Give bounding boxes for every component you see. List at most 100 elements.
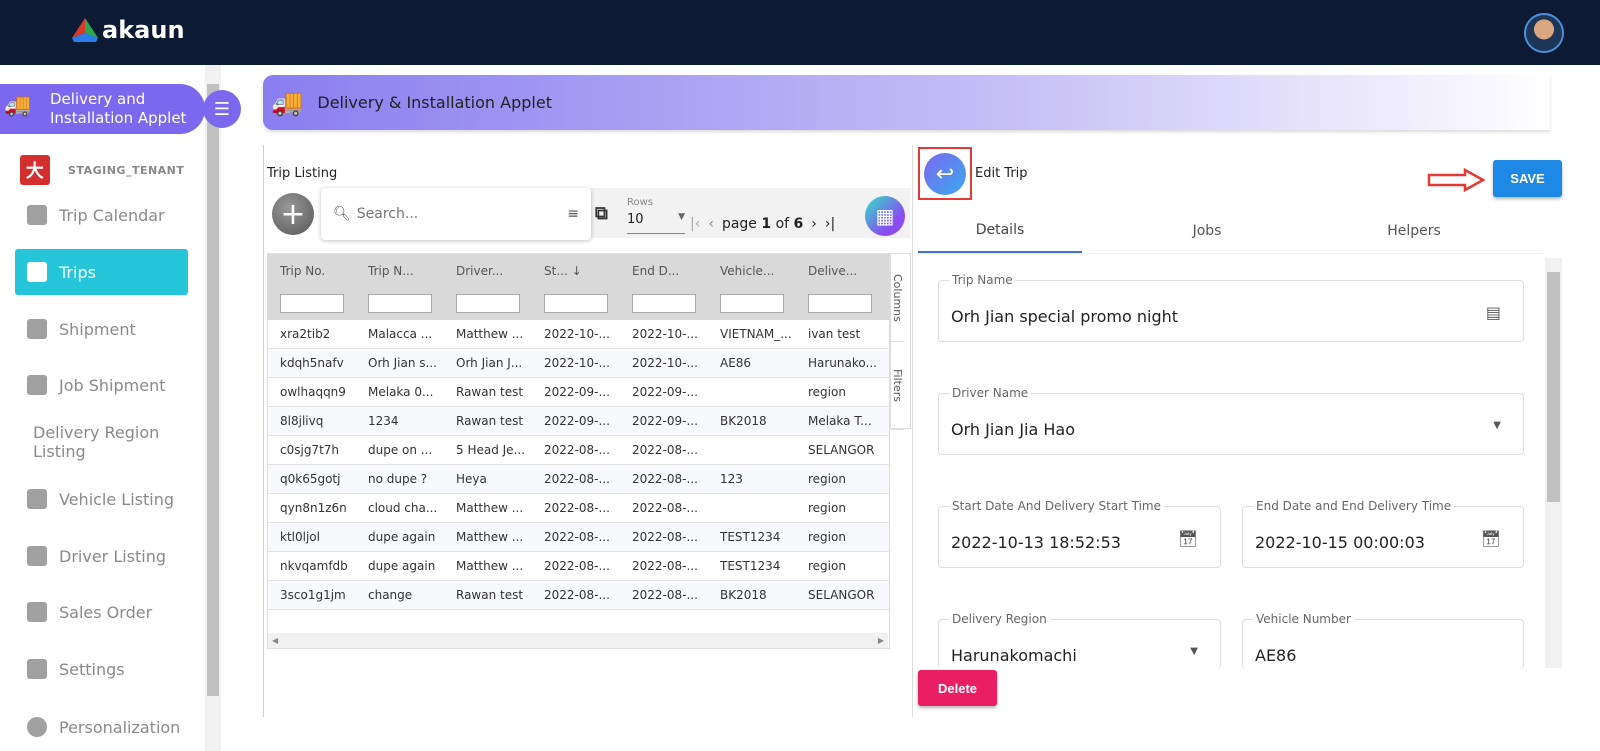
sidebar-item-driver-listing[interactable]: Driver Listing (15, 533, 188, 579)
prev-page-icon[interactable]: ‹ (708, 216, 714, 232)
table-header: Trip No. Trip N... Driver... St... ↓ End D..… (268, 254, 889, 287)
driver-name-select[interactable]: Driver Name Orh Jian Jia Hao ▼ (938, 386, 1524, 455)
table-cell: no dupe ? (368, 472, 428, 486)
table-row[interactable]: nkvqamfdb dupe again Matthew ... 2022-08-..… (268, 552, 889, 581)
table-cell: BK2018 (720, 588, 767, 602)
column-filter-input[interactable] (808, 294, 872, 313)
next-page-icon[interactable]: › (811, 216, 817, 232)
table-horizontal-scrollbar[interactable]: ◀ ▶ (268, 633, 888, 648)
user-avatar[interactable] (1524, 13, 1564, 53)
tenant[interactable]: 大 STAGING_TENANT (20, 155, 184, 185)
delivery-region-select[interactable]: Delivery Region Harunakomachi ▼ (938, 612, 1221, 669)
calendar-icon[interactable]: 📅︎ (1178, 529, 1198, 548)
collapse-sidebar-button[interactable]: ☰ (203, 90, 241, 128)
field-label: Trip Name (949, 273, 1016, 287)
tab-jobs[interactable]: Jobs (1082, 208, 1332, 253)
sidebar-item-vehicle-listing[interactable]: Vehicle Listing (15, 476, 188, 522)
sidebar-item-sales-order[interactable]: Sales Order (15, 589, 188, 635)
table-cell: Orh Jian s... (368, 356, 437, 370)
column-header[interactable]: Trip N... (356, 264, 444, 278)
last-page-icon[interactable]: ›| (825, 216, 835, 232)
sidebar-item-shipment[interactable]: Shipment (15, 306, 188, 352)
table-cell: change (368, 588, 413, 602)
gear-icon (27, 659, 47, 679)
table-cell: kdqh5nafv (280, 356, 344, 370)
sidebar-item-delivery-region-listing[interactable]: Delivery Region Listing (15, 419, 188, 465)
applet-title: Delivery and Installation Applet (50, 90, 187, 127)
column-filter-input[interactable] (368, 294, 432, 313)
map-icon (27, 262, 47, 282)
sidebar-item-job-shipment[interactable]: Job Shipment (15, 362, 188, 408)
sidebar-item-label: Trip Calendar (59, 205, 165, 225)
sidebar-item-personalization[interactable]: Personalization (15, 704, 188, 750)
column-filter-input[interactable] (280, 294, 344, 313)
table-row[interactable]: xra2tib2 Malacca ... Matthew ... 2022-10-..… (268, 320, 889, 349)
calendar-icon[interactable]: 📅︎ (1481, 529, 1501, 548)
column-filter-input[interactable] (544, 294, 608, 313)
columns-tab[interactable]: Columns (891, 254, 904, 342)
column-filter-input[interactable] (456, 294, 520, 313)
vehicle-number-field[interactable]: Vehicle Number AE86 (1242, 612, 1524, 669)
akaun-logo[interactable]: akaun (72, 16, 185, 44)
menu-collapse-icon: ☰ (213, 98, 231, 120)
table-row[interactable]: owlhaqqn9 Melaka 0... Rawan test 2022-09-..… (268, 378, 889, 407)
table-cell: Rawan test (456, 385, 524, 399)
start-date-value: 2022-10-13 18:52:53 (951, 533, 1121, 552)
table-cell: region (808, 501, 846, 515)
table-cell: Matthew ... (456, 530, 524, 544)
column-header[interactable]: St... ↓ (532, 264, 620, 278)
sidebar-item-label: Settings (59, 659, 125, 679)
start-date-field[interactable]: Start Date And Delivery Start Time 2022-1… (938, 499, 1221, 568)
column-filter-input[interactable] (632, 294, 696, 313)
back-button[interactable]: ↩ (924, 153, 966, 195)
filters-tab[interactable]: Filters (891, 342, 904, 430)
column-header[interactable]: Driver... (444, 264, 532, 278)
column-header[interactable]: End D... (620, 264, 708, 278)
end-date-field[interactable]: End Date and End Delivery Time 2022-10-15… (1242, 499, 1524, 568)
grid-view-button[interactable]: ▦ (865, 196, 905, 236)
column-filter-cell (444, 294, 532, 313)
filter-icon[interactable]: ≡ (567, 206, 579, 222)
plus-icon: + (280, 196, 306, 232)
sidebar-item-trip-calendar[interactable]: Trip Calendar (15, 192, 188, 238)
table-row[interactable]: q0k65gotj no dupe ? Heya 2022-08-... 2022-08… (268, 465, 889, 494)
table-cell: Malacca ... (368, 327, 433, 341)
first-page-icon[interactable]: |‹ (690, 216, 700, 232)
table-cell: Matthew ... (456, 327, 524, 341)
column-header[interactable]: Vehicle... (708, 264, 796, 278)
selected-count-icon[interactable]: ⧉ (595, 203, 608, 224)
sidebar-item-label: Sales Order (59, 602, 153, 622)
table-cell: c0sjg7t7h (280, 443, 340, 457)
table-cell: 2022-09-... (632, 385, 698, 399)
tab-details[interactable]: Details (918, 208, 1082, 253)
search-box[interactable]: 🔍︎ ≡ (321, 188, 591, 240)
sidebar-item-trips[interactable]: Trips (15, 249, 188, 295)
save-button[interactable]: SAVE (1493, 160, 1562, 197)
sidebar-item-label: Shipment (59, 319, 136, 339)
table-row[interactable]: 8l8jlivq 1234 Rawan test 2022-09-... 2022-09… (268, 407, 889, 436)
sidebar-scroll-thumb[interactable] (207, 84, 219, 696)
delete-button[interactable]: Delete (918, 670, 997, 706)
sidebar-item-settings[interactable]: Settings (15, 646, 188, 692)
table-row[interactable]: c0sjg7t7h dupe on ... 5 Head Je... 2022-08-… (268, 436, 889, 465)
column-filter-input[interactable] (720, 294, 784, 313)
pagination: |‹ ‹ page 1 of 6 › ›| (690, 216, 835, 232)
table-row[interactable]: 3sco1g1jm change Rawan test 2022-08-... 2022… (268, 581, 889, 610)
add-trip-button[interactable]: + (272, 193, 314, 235)
column-header[interactable]: Delive... (796, 264, 876, 278)
table-row[interactable]: kdqh5nafv Orh Jian s... Orh Jian J... 2022-… (268, 349, 889, 378)
scroll-left-icon[interactable]: ◀ (272, 636, 278, 645)
form-scroll-thumb[interactable] (1547, 272, 1560, 502)
table-cell: Rawan test (456, 588, 524, 602)
column-header[interactable]: Trip No. (268, 264, 356, 278)
table-row[interactable]: ktl0ljol dupe again Matthew ... 2022-08-...… (268, 523, 889, 552)
tab-helpers[interactable]: Helpers (1332, 208, 1496, 253)
search-input[interactable] (356, 206, 562, 222)
column-filter-cell (708, 294, 796, 313)
scroll-right-icon[interactable]: ▶ (878, 636, 884, 645)
red-arrow-annotation-icon (1427, 168, 1485, 192)
trip-name-field[interactable]: Trip Name Orh Jian special promo night ▤ (938, 273, 1524, 342)
column-filter-cell (356, 294, 444, 313)
rows-per-page-select[interactable]: 10 ▼ (627, 212, 685, 234)
table-row[interactable]: qyn8n1z6n cloud cha... Matthew ... 2022-08-… (268, 494, 889, 523)
